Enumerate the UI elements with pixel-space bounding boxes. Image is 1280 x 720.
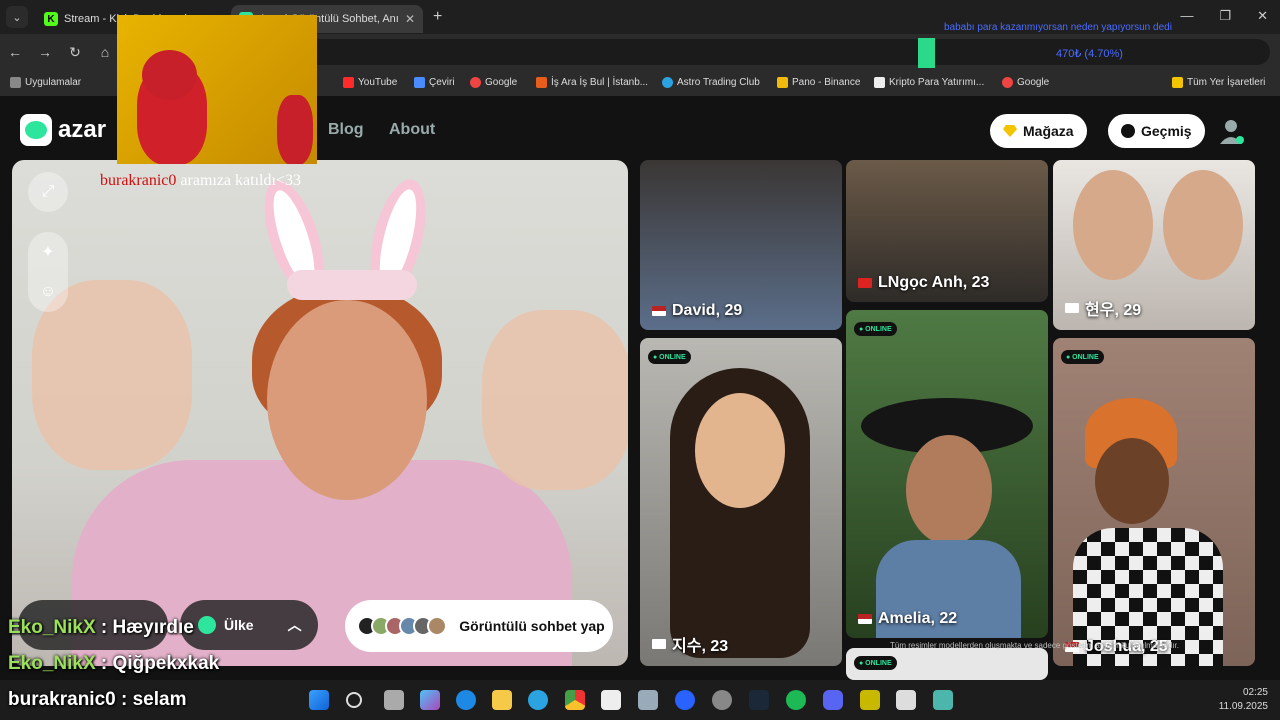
crypto-icon <box>874 77 885 88</box>
back-button[interactable]: ← <box>0 44 30 60</box>
telegram-icon <box>662 77 673 88</box>
us-flag-icon <box>858 614 872 624</box>
globe-icon <box>198 616 216 634</box>
history-button[interactable]: Geçmiş <box>1108 114 1205 148</box>
search-icon[interactable] <box>346 692 362 708</box>
kr-flag-icon <box>1065 303 1079 313</box>
smiley-icon[interactable]: ☺ <box>28 272 68 312</box>
binance-icon <box>777 77 788 88</box>
copilot-icon[interactable] <box>420 690 440 710</box>
online-badge: ● ONLINE <box>854 656 897 670</box>
avatar-stack <box>357 616 447 636</box>
spotify-icon[interactable] <box>786 690 806 710</box>
online-badge: ● ONLINE <box>1061 350 1104 364</box>
maximize-button[interactable]: ❐ <box>1219 8 1231 24</box>
profile-card[interactable]: ● ONLINE <box>846 648 1048 680</box>
country-filter-button[interactable]: Ülke ︿ <box>180 600 318 650</box>
telegram-icon[interactable] <box>528 690 548 710</box>
windows-taskbar: 02:25 11.09.2025 <box>0 680 1280 720</box>
new-tab-button[interactable]: + <box>433 8 442 26</box>
bookmark-item[interactable]: Çeviri <box>414 77 455 88</box>
forward-button[interactable]: → <box>30 44 60 60</box>
stream-goal-bar <box>918 38 935 68</box>
youtube-icon <box>343 77 354 88</box>
stream-gif-overlay <box>117 15 317 164</box>
capcut-icon[interactable] <box>896 690 916 710</box>
home-button[interactable]: ⌂ <box>90 44 120 60</box>
close-icon[interactable]: ✕ <box>405 12 415 26</box>
nav-about-link[interactable]: About <box>389 121 435 139</box>
app-icon[interactable] <box>675 690 695 710</box>
chat-message: Eko_NikX : Hæyırdıe <box>8 617 194 638</box>
file-explorer-icon[interactable] <box>492 690 512 710</box>
diamond-icon <box>1003 125 1017 137</box>
azar-logo[interactable]: azar <box>20 114 106 146</box>
obs-icon[interactable] <box>712 690 732 710</box>
steam-icon[interactable] <box>749 690 769 710</box>
kr-flag-icon <box>652 639 666 649</box>
fullscreen-control[interactable]: ⤢ <box>28 172 68 212</box>
minimize-button[interactable]: — <box>1180 8 1193 24</box>
kick-icon: K <box>44 12 58 26</box>
profile-card[interactable]: ● ONLINE Amelia, 22 <box>846 310 1048 638</box>
azar-page: azar Blog About Mağaza Geçmiş ⤢ ✦ ☺ bura… <box>0 96 1280 680</box>
start-video-chat-button[interactable]: Görüntülü sohbet yap <box>345 600 613 652</box>
all-bookmarks[interactable]: Tüm Yer İşaretleri <box>1172 77 1265 88</box>
calculator-icon[interactable] <box>638 690 658 710</box>
notepad-icon[interactable] <box>933 690 953 710</box>
sparkle-icon[interactable]: ✦ <box>28 232 68 272</box>
bookmark-item[interactable]: Pano - Binance <box>777 77 860 88</box>
clock-icon <box>1121 124 1135 138</box>
start-icon[interactable] <box>309 690 329 710</box>
job-site-icon <box>536 77 547 88</box>
chevron-up-icon: ︿ <box>287 617 302 633</box>
nav-blog-link[interactable]: Blog <box>328 121 364 139</box>
chrome-icon[interactable] <box>565 690 585 710</box>
bookmark-item[interactable]: Uygulamalar <box>10 77 81 88</box>
online-badge: ● ONLINE <box>854 322 897 336</box>
profile-card[interactable]: ● ONLINE Joshua, 25 <box>1053 338 1255 666</box>
profile-avatar-icon[interactable] <box>1216 116 1246 146</box>
us-flag-icon <box>652 306 666 316</box>
bookmark-item[interactable]: Google <box>1002 77 1049 88</box>
tab-search-button[interactable]: ⌄ <box>6 6 28 28</box>
bookmark-item[interactable]: YouTube <box>343 77 397 88</box>
window-close-button[interactable]: ✕ <box>1257 8 1268 24</box>
profile-card[interactable]: ● ONLINE 지수, 23 <box>640 338 842 666</box>
effects-controls: ✦ ☺ <box>28 232 68 312</box>
image-disclaimer: Tüm resimler modellerden oluşmakta ve sa… <box>890 641 1180 650</box>
translate-icon <box>414 77 425 88</box>
chat-message: burakranic0 : selam <box>8 689 187 710</box>
chat-message: Eko_NikX : Qiğpekxkak <box>8 653 220 674</box>
reload-button[interactable]: ↻ <box>60 44 90 61</box>
discord-icon[interactable] <box>823 690 843 710</box>
google-icon <box>470 77 481 88</box>
folder-icon <box>1172 77 1183 88</box>
edge-icon[interactable] <box>456 690 476 710</box>
system-clock[interactable]: 02:25 11.09.2025 <box>1219 686 1268 714</box>
profile-card[interactable]: David, 29 <box>640 160 842 330</box>
apps-grid-icon <box>10 77 21 88</box>
app-icon[interactable] <box>860 690 880 710</box>
shop-button[interactable]: Mağaza <box>990 114 1087 148</box>
google-icon <box>1002 77 1013 88</box>
online-badge: ● ONLINE <box>648 350 691 364</box>
bookmark-item[interactable]: Kripto Para Yatırımı... <box>874 77 984 88</box>
join-notification: burakranic0 aramıza katıldı<33 <box>100 172 301 189</box>
stream-ticker-overlay: bababı para kazanmıyorsan neden yapıyors… <box>944 22 1172 33</box>
stream-goal-percent: 470₺ (4.70%) <box>1056 48 1123 60</box>
profile-card[interactable]: 현우, 29 <box>1053 160 1255 330</box>
bookmark-item[interactable]: Google <box>470 77 517 88</box>
profile-card[interactable]: LNgọc Anh, 23 <box>846 160 1048 302</box>
vn-flag-icon <box>858 278 872 288</box>
expand-icon[interactable]: ⤢ <box>28 172 68 212</box>
video-chat-panel: ⤢ ✦ ☺ <box>12 160 628 666</box>
task-view-icon[interactable] <box>384 690 404 710</box>
bookmark-item[interactable]: Astro Trading Club <box>662 77 760 88</box>
bookmark-item[interactable]: İş Ara İş Bul | İstanb... <box>536 77 648 88</box>
store-icon[interactable] <box>601 690 621 710</box>
azar-logo-icon <box>20 114 52 146</box>
